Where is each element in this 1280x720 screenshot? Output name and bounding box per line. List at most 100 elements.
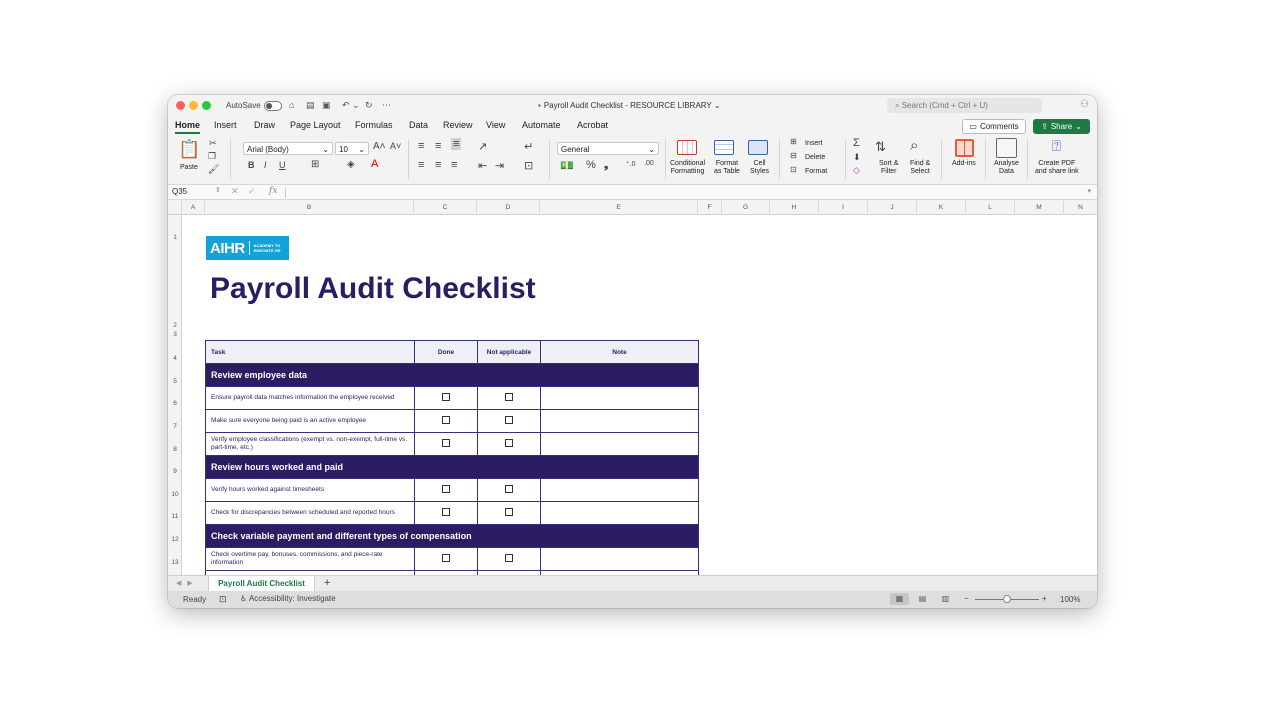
format-painter-icon[interactable]: 🖌: [208, 164, 219, 175]
note-cell[interactable]: [540, 478, 699, 502]
column-header-l[interactable]: L: [966, 201, 1015, 215]
wrap-text-icon[interactable]: ↵: [524, 140, 533, 153]
normal-view-icon[interactable]: ▦: [890, 593, 909, 605]
copy-icon[interactable]: ❐: [208, 151, 216, 162]
task-cell[interactable]: Verify hours worked against timesheets: [205, 478, 415, 502]
spreadsheet-grid[interactable]: AIHR ACADEMY TO INNOVATE HR Payroll Audi…: [182, 215, 1097, 575]
print-icon[interactable]: ▣: [322, 100, 331, 111]
account-icon[interactable]: ⚇: [1080, 99, 1089, 110]
align-left-icon[interactable]: ≡: [418, 159, 424, 171]
task-cell[interactable]: Ensure payroll data matches information …: [205, 386, 415, 410]
format-cells-label[interactable]: Format: [805, 168, 827, 176]
sheet-tab-payroll-audit-checklist[interactable]: Payroll Audit Checklist: [208, 576, 315, 591]
not-applicable-checkbox[interactable]: [505, 415, 513, 424]
undo-menu-chevron-icon[interactable]: ⌄: [352, 100, 360, 111]
home-icon[interactable]: ⌂: [289, 100, 294, 110]
column-header-b[interactable]: B: [205, 201, 414, 215]
number-format-select[interactable]: General ⌄: [557, 142, 659, 155]
accessibility-status[interactable]: ♿ Accessibility: Investigate: [240, 594, 336, 603]
zoom-in-button[interactable]: +: [1042, 594, 1047, 603]
not-applicable-checkbox[interactable]: [505, 438, 513, 447]
share-button[interactable]: ⇪ Share ⌄: [1033, 119, 1090, 134]
done-checkbox[interactable]: [442, 392, 450, 401]
note-cell[interactable]: [540, 501, 699, 525]
column-header-c[interactable]: C: [414, 201, 477, 215]
not-applicable-checkbox[interactable]: [505, 484, 513, 493]
row-header-5[interactable]: 5: [168, 378, 182, 385]
macro-record-icon[interactable]: ⊡: [219, 594, 227, 605]
done-checkbox[interactable]: [442, 553, 450, 562]
orientation-icon[interactable]: ↗: [478, 140, 487, 153]
delete-cells-icon[interactable]: ⊟: [790, 151, 797, 160]
conditional-formatting-icon[interactable]: [677, 140, 697, 155]
cell-styles-label[interactable]: Cell Styles: [750, 160, 769, 176]
align-middle-icon[interactable]: ≡: [435, 140, 441, 152]
decrease-decimal-icon[interactable]: .00: [644, 160, 654, 167]
zoom-slider-thumb[interactable]: [1003, 595, 1011, 603]
page-break-view-icon[interactable]: ▥: [936, 593, 955, 605]
bold-button[interactable]: B: [248, 160, 255, 170]
sort-filter-label[interactable]: Sort & Filter: [879, 160, 898, 176]
percent-style-icon[interactable]: %: [586, 159, 596, 171]
row-header-4[interactable]: 4: [168, 355, 182, 362]
redo-icon[interactable]: ↻: [365, 100, 373, 111]
borders-icon[interactable]: ⊞: [311, 159, 319, 170]
row-header-7[interactable]: 7: [168, 423, 182, 430]
note-cell[interactable]: [540, 432, 699, 456]
column-header-m[interactable]: M: [1015, 201, 1064, 215]
increase-decimal-icon[interactable]: ⁺.0: [626, 160, 636, 168]
not-applicable-checkbox[interactable]: [505, 392, 513, 401]
section-title[interactable]: Check variable payment and different typ…: [205, 524, 699, 548]
align-center-icon[interactable]: ≡: [435, 159, 441, 171]
section-title[interactable]: Review hours worked and paid: [205, 455, 699, 479]
task-cell[interactable]: Check for discrepancies between schedule…: [205, 501, 415, 525]
header-not-applicable[interactable]: Not applicable: [477, 340, 541, 364]
insert-cells-icon[interactable]: ⊞: [790, 137, 797, 146]
create-pdf-label[interactable]: Create PDF and share link: [1035, 160, 1079, 176]
note-cell[interactable]: [540, 547, 699, 571]
accounting-format-icon[interactable]: 💵: [560, 159, 574, 172]
add-ins-label[interactable]: Add-ins: [952, 160, 976, 168]
row-header-2[interactable]: 2: [168, 322, 182, 329]
clear-icon[interactable]: ◇: [853, 165, 860, 176]
name-box[interactable]: Q35: [172, 187, 212, 196]
expand-formula-chevron-icon[interactable]: ▾: [1087, 187, 1091, 195]
column-header-e[interactable]: E: [540, 201, 698, 215]
cancel-entry-icon[interactable]: ✕: [231, 186, 239, 197]
column-header-i[interactable]: I: [819, 201, 868, 215]
autosum-icon[interactable]: Σ: [853, 137, 860, 149]
row-header-9[interactable]: 9: [168, 468, 182, 475]
tab-acrobat[interactable]: Acrobat: [577, 120, 608, 130]
note-cell[interactable]: [540, 386, 699, 410]
document-title[interactable]: ▪ Payroll Audit Checklist - RESOURCE LIBR…: [538, 101, 721, 110]
align-right-icon[interactable]: ≡: [451, 159, 457, 171]
analyse-data-label[interactable]: Analyse Data: [994, 160, 1019, 176]
sheet-nav-arrows-icon[interactable]: ◀ ▶: [176, 579, 193, 587]
analyse-data-icon[interactable]: [996, 138, 1017, 158]
comma-style-icon[interactable]: ❟: [604, 159, 608, 172]
tab-review[interactable]: Review: [443, 120, 473, 130]
insert-function-icon[interactable]: fx: [269, 186, 277, 196]
search-box[interactable]: ⌕ Search (Cmd + Ctrl + U): [887, 98, 1042, 113]
decrease-font-size-icon[interactable]: A˅: [390, 141, 401, 151]
column-header-g[interactable]: G: [722, 201, 770, 215]
row-header-6[interactable]: 6: [168, 400, 182, 407]
merge-center-icon[interactable]: ⊡: [524, 159, 533, 172]
row-header-8[interactable]: 8: [168, 446, 182, 453]
align-bottom-icon[interactable]: ≡: [451, 138, 462, 150]
tab-page-layout[interactable]: Page Layout: [290, 120, 341, 130]
font-name-select[interactable]: Arial (Body) ⌄: [243, 142, 333, 155]
tab-automate[interactable]: Automate: [522, 120, 561, 130]
tab-home[interactable]: Home: [175, 120, 201, 134]
fill-color-icon[interactable]: ◈: [347, 159, 355, 170]
header-task[interactable]: Task: [205, 340, 415, 364]
sort-filter-icon[interactable]: ⇅: [875, 139, 886, 155]
close-window-button[interactable]: [176, 101, 185, 110]
format-as-table-icon[interactable]: [714, 140, 734, 155]
tab-view[interactable]: View: [486, 120, 505, 130]
add-ins-icon[interactable]: [955, 139, 974, 157]
zoom-out-button[interactable]: −: [964, 594, 969, 603]
create-pdf-icon[interactable]: ⍰: [1052, 138, 1061, 155]
header-note[interactable]: Note: [540, 340, 699, 364]
increase-indent-icon[interactable]: ⇥: [495, 159, 504, 172]
